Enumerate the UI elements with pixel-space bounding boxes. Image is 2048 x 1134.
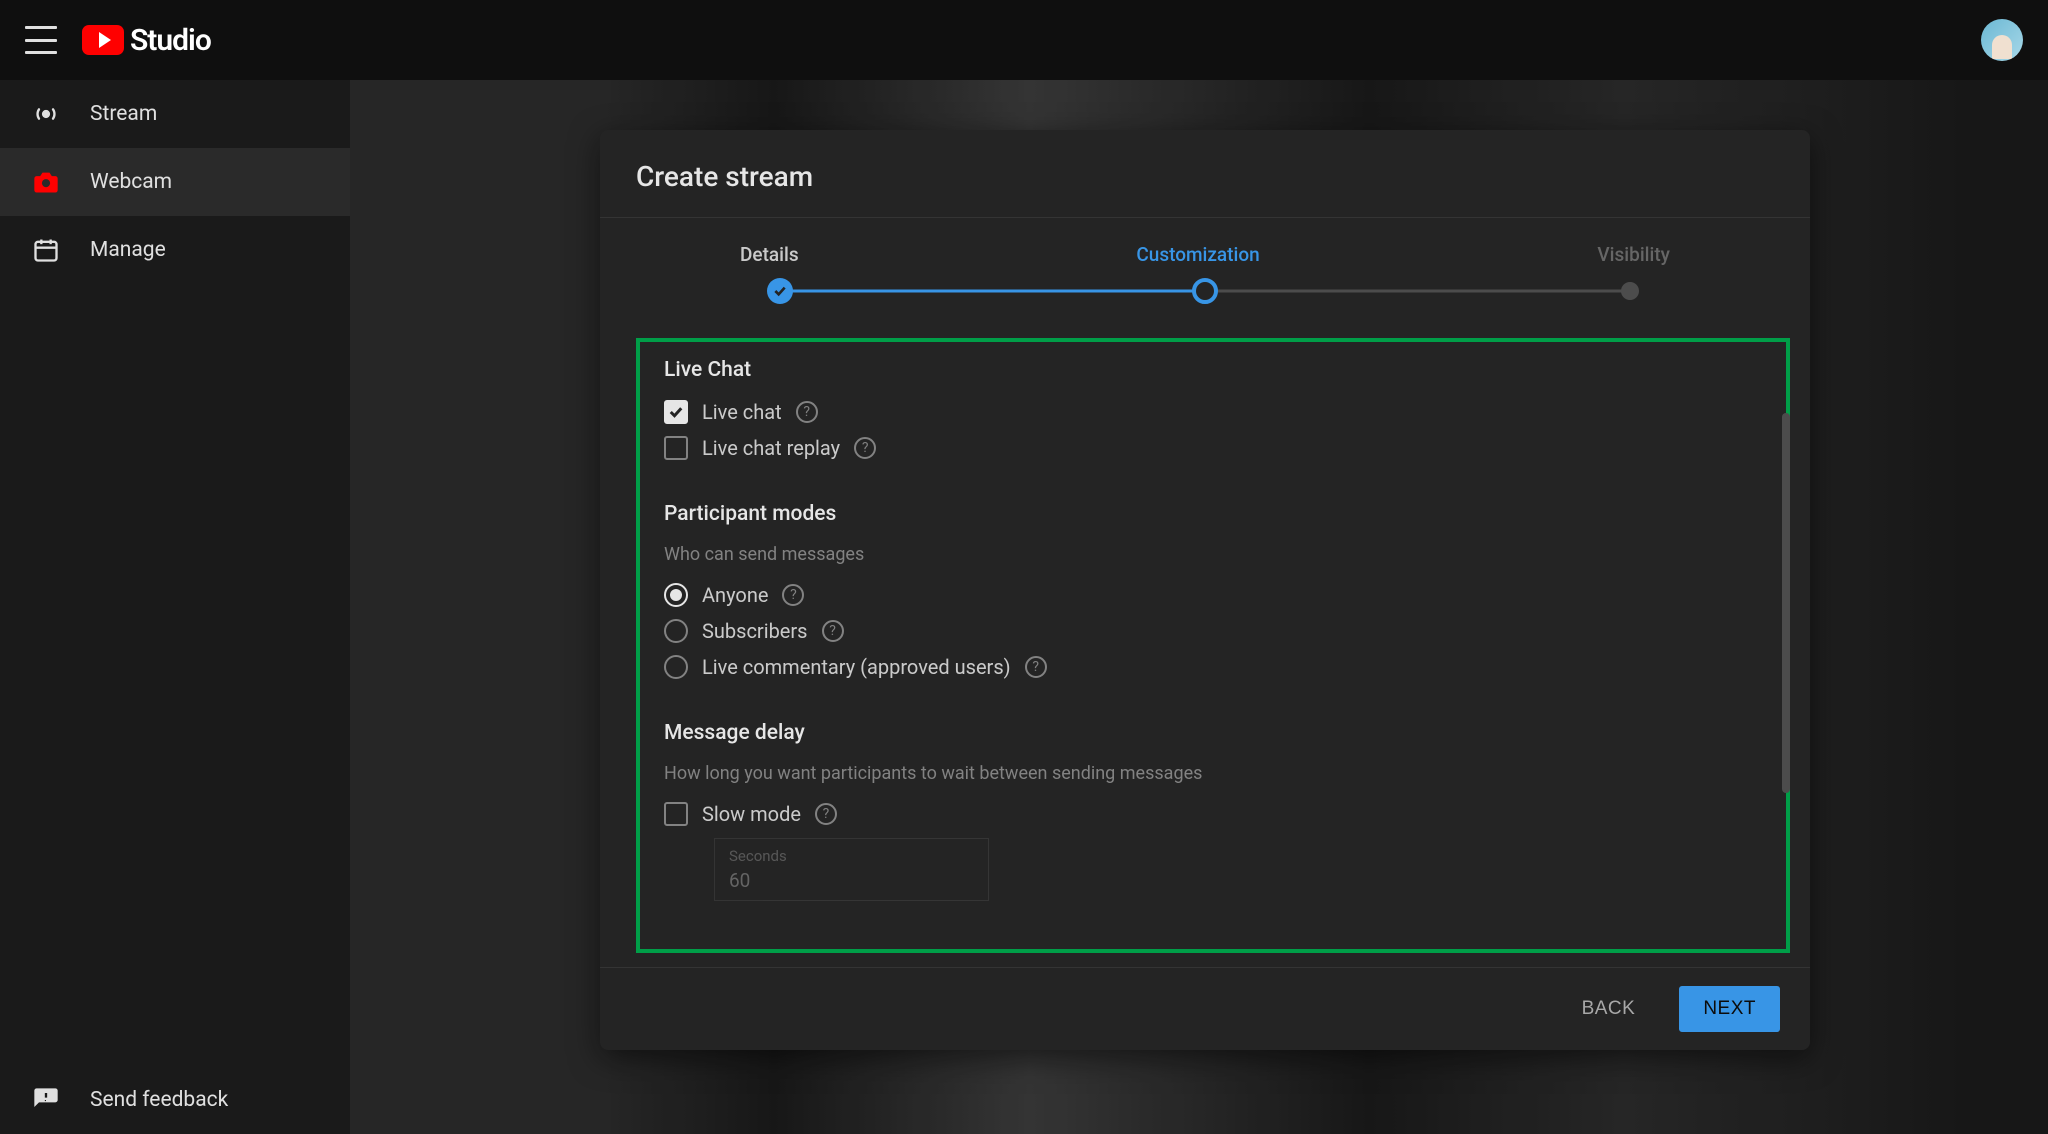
step-visibility[interactable]: Visibility — [1597, 243, 1670, 266]
option-anyone: Anyone ? — [664, 583, 1762, 607]
option-label: Subscribers — [702, 619, 808, 643]
step-dot-pending — [1621, 282, 1639, 300]
section-sub: How long you want participants to wait b… — [664, 763, 1762, 784]
menu-icon[interactable] — [25, 26, 57, 54]
sidebar-item-label: Send feedback — [90, 1088, 228, 1112]
option-commentary: Live commentary (approved users) ? — [664, 655, 1762, 679]
section-delay: Message delay — [664, 721, 1762, 745]
logo[interactable]: Studio — [82, 23, 211, 58]
help-icon[interactable]: ? — [815, 803, 837, 825]
help-icon[interactable]: ? — [822, 620, 844, 642]
seconds-field[interactable]: Seconds 60 — [714, 838, 989, 901]
option-label: Slow mode — [702, 802, 801, 826]
option-label: Anyone — [702, 583, 768, 607]
input-value: 60 — [729, 869, 974, 892]
section-participant: Participant modes — [664, 502, 1762, 526]
help-icon[interactable]: ? — [782, 584, 804, 606]
sidebar: Stream Webcam Manage Send feedback — [0, 80, 350, 1134]
dialog-body: Live Chat Live chat ? Live chat replay ?… — [600, 338, 1810, 967]
avatar[interactable] — [1981, 19, 2023, 61]
help-icon[interactable]: ? — [796, 401, 818, 423]
back-button[interactable]: BACK — [1558, 986, 1660, 1032]
scrollbar[interactable] — [1782, 413, 1790, 793]
input-label: Seconds — [729, 847, 974, 865]
dialog-title: Create stream — [600, 130, 1810, 218]
next-button[interactable]: NEXT — [1679, 986, 1780, 1032]
option-label: Live commentary (approved users) — [702, 655, 1011, 679]
header: Studio — [0, 0, 2048, 80]
stepper: Details Customization Visibility — [600, 218, 1810, 338]
sidebar-item-manage[interactable]: Manage — [0, 216, 350, 284]
slow-mode-checkbox[interactable] — [664, 802, 688, 826]
header-left: Studio — [25, 23, 211, 58]
anyone-radio[interactable] — [664, 583, 688, 607]
live-chat-replay-checkbox[interactable] — [664, 436, 688, 460]
subscribers-radio[interactable] — [664, 619, 688, 643]
section-live-chat: Live Chat — [664, 358, 1762, 382]
create-stream-dialog: Create stream Details Customization Visi… — [600, 130, 1810, 1050]
feedback-icon — [32, 1086, 60, 1114]
sidebar-item-webcam[interactable]: Webcam — [0, 148, 350, 216]
option-live-chat-replay: Live chat replay ? — [664, 436, 1762, 460]
option-slow-mode: Slow mode ? — [664, 802, 1762, 826]
step-dot-done — [767, 278, 793, 304]
logo-text: Studio — [130, 23, 211, 58]
sidebar-item-label: Webcam — [90, 170, 172, 194]
webcam-icon — [32, 168, 60, 196]
sidebar-item-label: Stream — [90, 102, 157, 126]
stream-icon — [32, 100, 60, 128]
live-chat-checkbox[interactable] — [664, 400, 688, 424]
step-customization[interactable]: Customization — [1136, 243, 1259, 266]
option-label: Live chat replay — [702, 436, 840, 460]
help-icon[interactable]: ? — [1025, 656, 1047, 678]
option-live-chat: Live chat ? — [664, 400, 1762, 424]
step-dot-current — [1192, 278, 1218, 304]
section-sub: Who can send messages — [664, 544, 1762, 565]
calendar-icon — [32, 236, 60, 264]
dialog-footer: BACK NEXT — [600, 967, 1810, 1050]
highlight-box: Live Chat Live chat ? Live chat replay ?… — [636, 338, 1790, 953]
sidebar-item-stream[interactable]: Stream — [0, 80, 350, 148]
commentary-radio[interactable] — [664, 655, 688, 679]
youtube-icon — [82, 25, 124, 55]
option-subscribers: Subscribers ? — [664, 619, 1762, 643]
step-details[interactable]: Details — [740, 243, 799, 266]
sidebar-item-feedback[interactable]: Send feedback — [0, 1066, 350, 1134]
sidebar-item-label: Manage — [90, 238, 166, 262]
option-label: Live chat — [702, 400, 782, 424]
help-icon[interactable]: ? — [854, 437, 876, 459]
main-content: Create stream Details Customization Visi… — [350, 80, 2048, 1134]
